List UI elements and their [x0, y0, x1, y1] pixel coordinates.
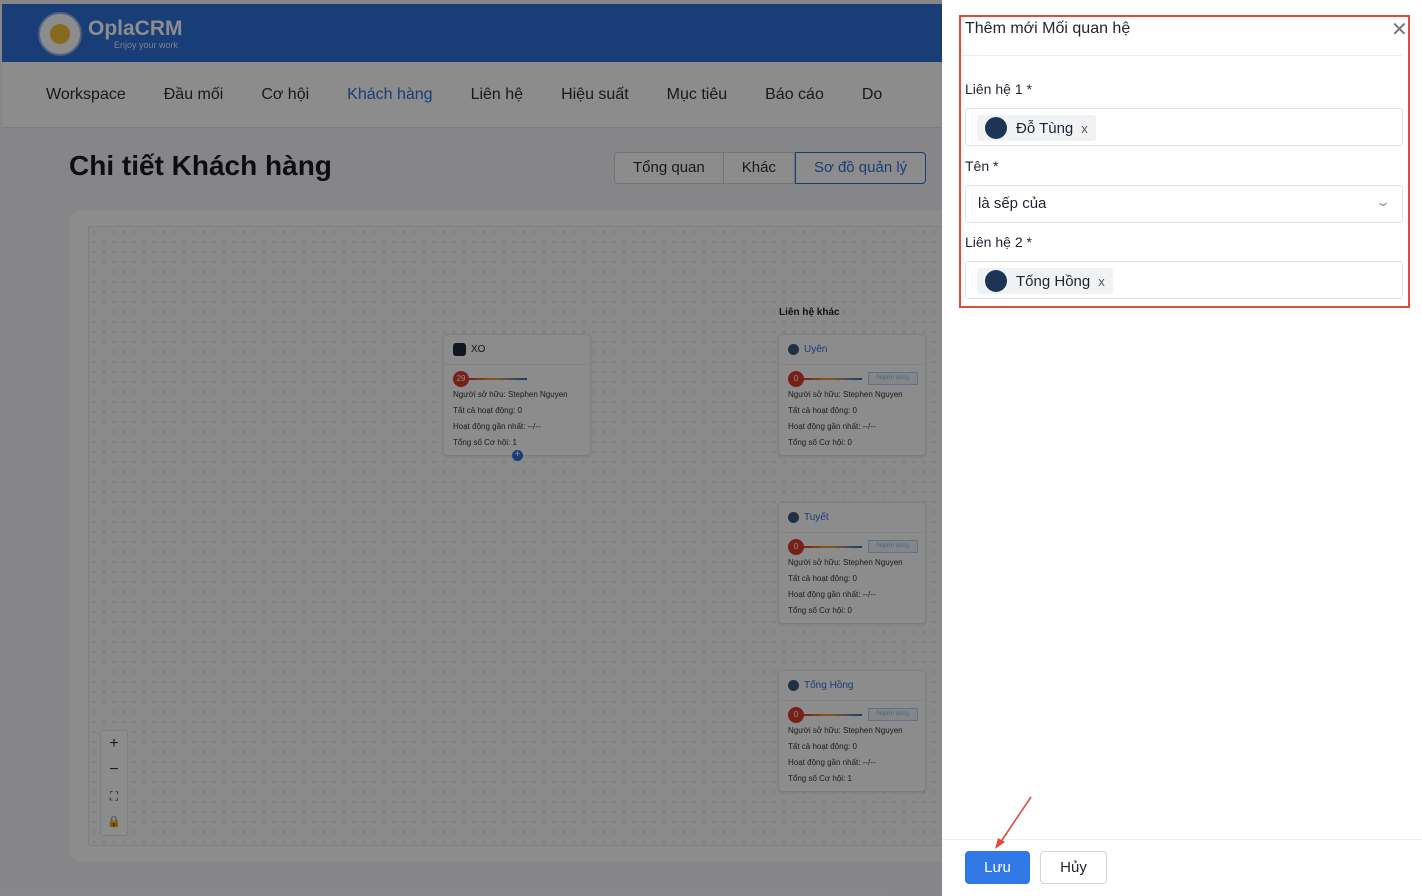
divider: [962, 55, 1402, 56]
add-relationship-drawer: Thêm mới Mối quan hệ ✕ Liên hệ 1 * Đỗ Tù…: [942, 0, 1422, 896]
annotation-arrow: [995, 796, 1032, 849]
contact1-tag: Đỗ Tùng x: [977, 115, 1096, 141]
cancel-button[interactable]: Hủy: [1040, 851, 1107, 884]
avatar: [985, 117, 1007, 139]
remove-tag-icon[interactable]: x: [1081, 121, 1088, 136]
relationship-name-select[interactable]: là sếp của ⌄: [965, 185, 1403, 223]
contact2-label: Liên hệ 2 *: [965, 234, 1032, 250]
drawer-title: Thêm mới Mối quan hệ: [965, 20, 1131, 37]
chevron-down-icon: ⌄: [1374, 195, 1392, 209]
contact2-tag: Tống Hồng x: [977, 268, 1113, 294]
contact1-field[interactable]: Đỗ Tùng x: [965, 108, 1403, 146]
contact2-field[interactable]: Tống Hồng x: [965, 261, 1403, 299]
avatar: [985, 270, 1007, 292]
contact2-value: Tống Hồng: [1016, 272, 1091, 290]
modal-overlay[interactable]: [0, 0, 942, 896]
contact1-value: Đỗ Tùng: [1016, 119, 1074, 137]
contact1-label: Liên hệ 1 *: [965, 81, 1032, 97]
remove-tag-icon[interactable]: x: [1098, 274, 1105, 289]
close-icon[interactable]: ✕: [1391, 20, 1408, 40]
name-label: Tên *: [965, 158, 999, 174]
relationship-name-value: là sếp của: [978, 195, 1047, 212]
save-button[interactable]: Lưu: [965, 851, 1030, 884]
